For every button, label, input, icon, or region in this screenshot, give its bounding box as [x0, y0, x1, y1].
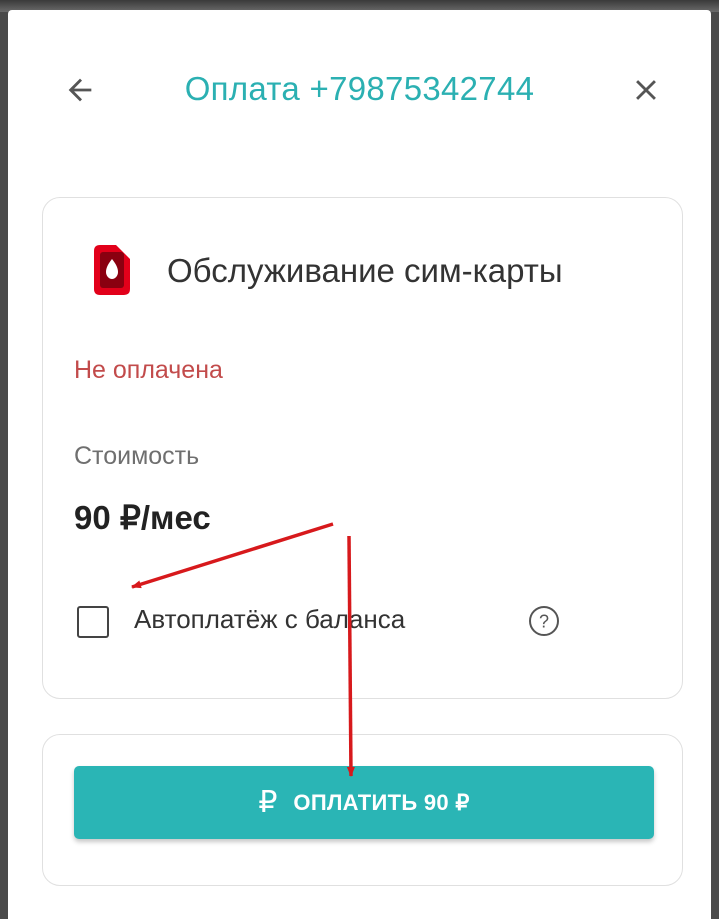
pay-section: ₽ ОПЛАТИТЬ 90 ₽: [42, 734, 683, 886]
svg-text:?: ?: [539, 612, 549, 632]
pay-button-label: ОПЛАТИТЬ 90 ₽: [293, 789, 470, 815]
cost-label: Стоимость: [74, 442, 200, 470]
question-circle-icon[interactable]: ?: [527, 604, 561, 638]
dialog-header: Оплата +79875342744: [8, 10, 711, 170]
close-button[interactable]: [626, 70, 666, 110]
payment-status: Не оплачена: [74, 356, 223, 384]
cost-value: 90 ₽/мес: [74, 499, 211, 536]
service-name: Обслуживание сим-карты: [167, 252, 563, 289]
autopay-label[interactable]: Автоплатёж с баланса: [134, 604, 405, 635]
close-icon: [636, 80, 656, 100]
payment-dialog: Оплата +79875342744 Обслуживание сим-кар…: [8, 10, 711, 919]
autopay-checkbox[interactable]: [77, 606, 109, 638]
page-title: Оплата +79875342744: [184, 70, 535, 107]
service-card: Обслуживание сим-карты Не оплачена Стоим…: [42, 197, 683, 699]
ruble-icon: ₽: [258, 785, 278, 820]
sim-card-icon: [94, 245, 130, 295]
pay-button[interactable]: ₽ ОПЛАТИТЬ 90 ₽: [74, 766, 654, 839]
